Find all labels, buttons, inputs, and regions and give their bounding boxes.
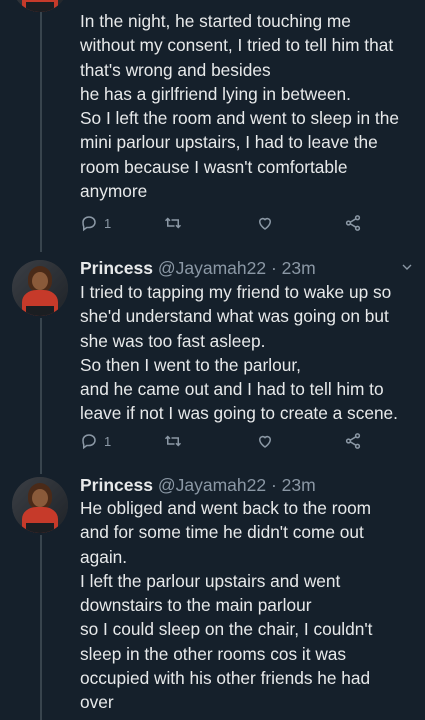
reply-count: 1: [104, 433, 112, 449]
text-line: without my consent, I tried to tell him …: [80, 35, 394, 56]
tweet-text: He obliged and went back to the room and…: [80, 496, 413, 715]
tweet-2[interactable]: Princess @Jayamah22 · 23m I tried to tap…: [0, 252, 425, 474]
tweet-header: Princess @Jayamah22 · 23m: [80, 257, 415, 279]
tweet-3[interactable]: Princess @Jayamah22 · 23m He obliged and…: [0, 474, 425, 720]
retweet-button[interactable]: [164, 214, 182, 232]
share-icon: [345, 215, 361, 231]
text-line: He obliged and went back to the room: [80, 498, 372, 518]
user-handle[interactable]: @Jayamah22: [158, 258, 266, 278]
text-line: So then I went to the parlour,: [80, 354, 301, 375]
display-name[interactable]: Princess: [80, 475, 153, 495]
reply-icon: [82, 216, 96, 232]
text-line: anymore: [80, 181, 148, 202]
tweet-1[interactable]: In the night, he started touching me wit…: [0, 0, 425, 252]
retweet-button[interactable]: [164, 432, 182, 450]
thread-line: [40, 12, 42, 252]
thread-line: [40, 535, 42, 720]
tweet-header: Princess @Jayamah22 · 23m: [80, 474, 415, 496]
text-line: and he came out and I had to tell him to: [80, 379, 384, 400]
chevron-down-icon[interactable]: [399, 259, 415, 275]
text-line: I tried to tapping my friend to wake up …: [80, 282, 392, 302]
avatar[interactable]: [12, 260, 68, 316]
thread-line: [40, 318, 42, 474]
share-button[interactable]: [344, 214, 362, 232]
retweet-icon: [164, 217, 182, 229]
reply-button[interactable]: 1: [80, 432, 111, 450]
text-line: I left the parlour upstairs and went: [80, 570, 341, 591]
tweet-text: I tried to tapping my friend to wake up …: [80, 280, 413, 426]
text-line: that's wrong and besides: [80, 59, 271, 80]
retweet-icon: [164, 435, 182, 447]
avatar[interactable]: [12, 0, 68, 12]
share-icon: [345, 433, 361, 449]
text-line: over: [80, 692, 114, 713]
tweet-text: In the night, he started touching me wit…: [80, 9, 413, 203]
reply-count: 1: [104, 215, 112, 231]
text-line: room because I wasn't comfortable: [80, 156, 348, 177]
text-line: downstairs to the main parlour: [80, 595, 312, 616]
tweet-time[interactable]: · 23m: [271, 258, 316, 278]
tweet-actions: 1: [80, 214, 380, 236]
share-button[interactable]: [344, 432, 362, 450]
reply-icon: [82, 434, 96, 450]
tweet-time[interactable]: · 23m: [271, 475, 316, 495]
reply-button[interactable]: 1: [80, 214, 111, 232]
text-line: again.: [80, 546, 128, 567]
tweet-actions: 1: [80, 432, 380, 454]
like-button[interactable]: [256, 214, 274, 232]
avatar[interactable]: [12, 477, 68, 533]
text-line: and for some time he didn't come out: [80, 522, 364, 543]
display-name[interactable]: Princess: [80, 258, 153, 278]
text-line: In the night, he started touching me: [80, 11, 351, 31]
like-button[interactable]: [256, 432, 274, 450]
text-line: she'd understand what was going on but: [80, 306, 389, 327]
text-line: sleep in the other rooms cos it was: [80, 643, 347, 664]
text-line: So I left the room and went to sleep in …: [80, 108, 399, 129]
text-line: leave if not I was going to create a sce…: [80, 403, 398, 424]
text-line: mini parlour upstairs, I had to leave th…: [80, 132, 378, 153]
text-line: so I could sleep on the chair, I couldn'…: [80, 619, 373, 640]
like-icon: [258, 435, 272, 448]
text-line: occupied with his other friends he had: [80, 668, 371, 689]
text-line: he has a girlfriend lying in between.: [80, 83, 351, 104]
text-line: she was too fast asleep.: [80, 330, 266, 351]
like-icon: [258, 217, 272, 230]
user-handle[interactable]: @Jayamah22: [158, 475, 266, 495]
